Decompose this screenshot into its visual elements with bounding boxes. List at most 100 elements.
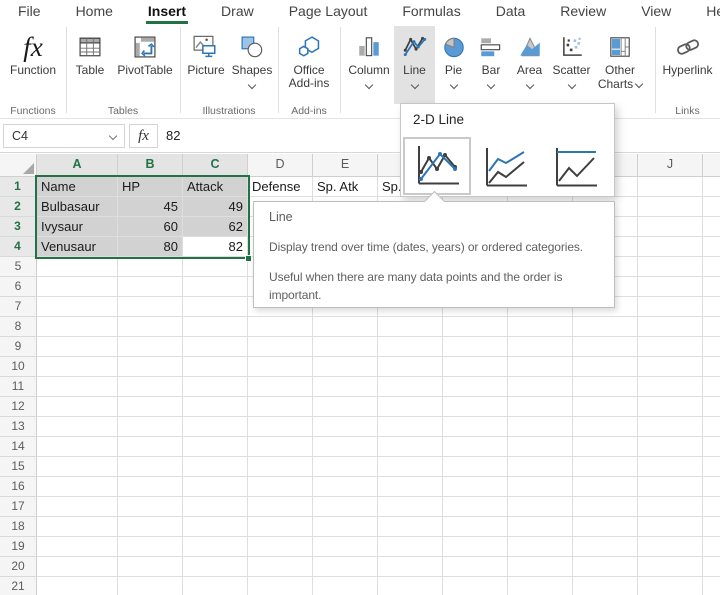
cell-partial-7[interactable] (703, 297, 720, 317)
cell-J11[interactable] (638, 377, 703, 397)
cell-A20[interactable] (37, 557, 118, 577)
cell-partial-5[interactable] (703, 257, 720, 277)
cell-C5[interactable] (183, 257, 248, 277)
cell-H19[interactable] (508, 537, 573, 557)
cell-B17[interactable] (118, 497, 183, 517)
row-header-16[interactable]: 16 (0, 477, 37, 497)
cell-A15[interactable] (37, 457, 118, 477)
cell-partial-1[interactable] (703, 177, 720, 197)
cell-I8[interactable] (573, 317, 638, 337)
cell-partial-15[interactable] (703, 457, 720, 477)
insert-function-button[interactable]: fx (129, 124, 158, 148)
cell-G13[interactable] (443, 417, 508, 437)
cell-B14[interactable] (118, 437, 183, 457)
cell-C7[interactable] (183, 297, 248, 317)
cell-partial-17[interactable] (703, 497, 720, 517)
cell-F17[interactable] (378, 497, 443, 517)
shapes-button[interactable]: Shapes (229, 26, 275, 104)
cell-A7[interactable] (37, 297, 118, 317)
cell-F8[interactable] (378, 317, 443, 337)
cell-C15[interactable] (183, 457, 248, 477)
cell-I9[interactable] (573, 337, 638, 357)
cell-I21[interactable] (573, 577, 638, 595)
cell-I12[interactable] (573, 397, 638, 417)
cell-A1[interactable]: Name (37, 177, 118, 197)
name-box-chevron-icon[interactable] (109, 132, 117, 140)
cell-B8[interactable] (118, 317, 183, 337)
cell-J20[interactable] (638, 557, 703, 577)
menu-tab-data[interactable]: Data (494, 0, 528, 24)
cell-D9[interactable] (248, 337, 313, 357)
cell-B3[interactable]: 60 (118, 217, 183, 237)
line-chevron-icon[interactable] (410, 81, 418, 89)
cell-F21[interactable] (378, 577, 443, 595)
cell-J18[interactable] (638, 517, 703, 537)
cell-B7[interactable] (118, 297, 183, 317)
cell-H8[interactable] (508, 317, 573, 337)
cell-E19[interactable] (313, 537, 378, 557)
cell-C6[interactable] (183, 277, 248, 297)
cell-F10[interactable] (378, 357, 443, 377)
cell-G21[interactable] (443, 577, 508, 595)
cell-D16[interactable] (248, 477, 313, 497)
cell-I10[interactable] (573, 357, 638, 377)
cell-A17[interactable] (37, 497, 118, 517)
cell-A4[interactable]: Venusaur (37, 237, 118, 257)
area-chevron-icon[interactable] (525, 81, 533, 89)
cell-C10[interactable] (183, 357, 248, 377)
cell-E12[interactable] (313, 397, 378, 417)
function-button[interactable]: fx Function (5, 26, 61, 104)
cell-E10[interactable] (313, 357, 378, 377)
col-header-partial[interactable] (703, 154, 720, 177)
cell-H21[interactable] (508, 577, 573, 595)
cell-C1[interactable]: Attack (183, 177, 248, 197)
col-header-D[interactable]: D (248, 154, 313, 177)
row-header-3[interactable]: 3 (0, 217, 37, 237)
cell-partial-16[interactable] (703, 477, 720, 497)
menu-tab-review[interactable]: Review (558, 0, 608, 24)
cell-H16[interactable] (508, 477, 573, 497)
cell-C17[interactable] (183, 497, 248, 517)
cell-A13[interactable] (37, 417, 118, 437)
cell-B21[interactable] (118, 577, 183, 595)
row-header-15[interactable]: 15 (0, 457, 37, 477)
cell-E8[interactable] (313, 317, 378, 337)
fill-handle[interactable] (245, 255, 252, 262)
cell-I13[interactable] (573, 417, 638, 437)
cell-E13[interactable] (313, 417, 378, 437)
col-header-A[interactable]: A (37, 154, 118, 177)
cell-B2[interactable]: 45 (118, 197, 183, 217)
cell-I14[interactable] (573, 437, 638, 457)
scatter-chevron-icon[interactable] (567, 81, 575, 89)
cell-J13[interactable] (638, 417, 703, 437)
cell-B9[interactable] (118, 337, 183, 357)
row-header-6[interactable]: 6 (0, 277, 37, 297)
cell-partial-12[interactable] (703, 397, 720, 417)
cell-G12[interactable] (443, 397, 508, 417)
column-chart-button[interactable]: Column (344, 26, 394, 104)
cell-H10[interactable] (508, 357, 573, 377)
cell-G10[interactable] (443, 357, 508, 377)
cell-E17[interactable] (313, 497, 378, 517)
cell-C3[interactable]: 62 (183, 217, 248, 237)
cell-partial-21[interactable] (703, 577, 720, 595)
cell-E14[interactable] (313, 437, 378, 457)
formula-input[interactable]: 82 (166, 124, 180, 148)
cell-J17[interactable] (638, 497, 703, 517)
cell-H18[interactable] (508, 517, 573, 537)
cell-E15[interactable] (313, 457, 378, 477)
picture-button[interactable]: Picture (183, 26, 229, 104)
cell-partial-3[interactable] (703, 217, 720, 237)
cell-J6[interactable] (638, 277, 703, 297)
hyperlink-button[interactable]: Hyperlink (657, 26, 719, 104)
bar-chart-button[interactable]: Bar (472, 26, 510, 104)
menu-option-line[interactable] (403, 137, 471, 195)
scatter-chart-button[interactable]: Scatter (549, 26, 594, 104)
cell-F9[interactable] (378, 337, 443, 357)
cell-B12[interactable] (118, 397, 183, 417)
menu-tab-insert[interactable]: Insert (146, 0, 188, 24)
menu-tab-page-layout[interactable]: Page Layout (287, 0, 370, 24)
cell-F19[interactable] (378, 537, 443, 557)
name-box[interactable]: C4 (3, 124, 125, 148)
cell-C11[interactable] (183, 377, 248, 397)
